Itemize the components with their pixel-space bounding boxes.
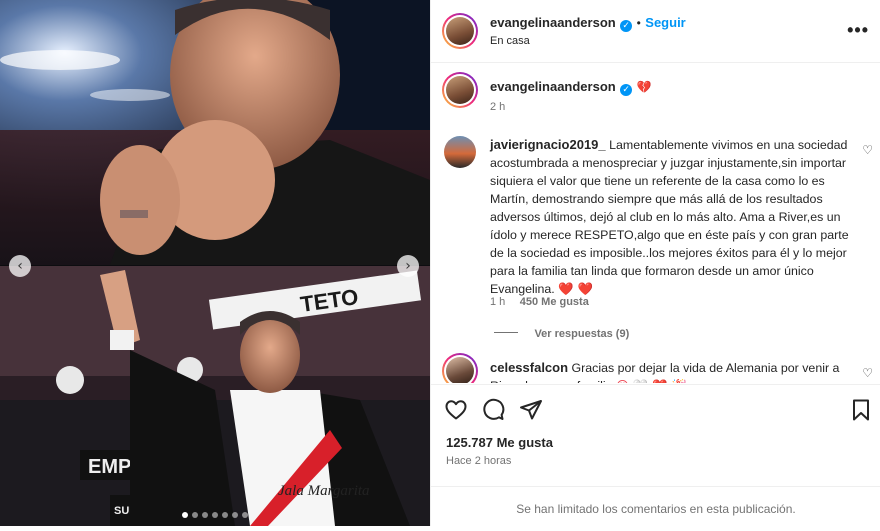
chevron-left-icon: ‹ (17, 258, 23, 274)
save-button[interactable] (850, 398, 872, 422)
carousel-dot (182, 512, 188, 518)
comment-icon (483, 398, 505, 420)
more-icon: ••• (847, 20, 869, 40)
carousel-dot (232, 512, 238, 518)
caption-time: 2 h (490, 101, 506, 113)
verified-icon: ✓ (620, 20, 633, 32)
heart-icon (445, 400, 467, 420)
like-comment-button[interactable]: ♡ (862, 143, 873, 157)
commenter-username[interactable]: javierignacio2019_ (490, 137, 606, 152)
follow-button[interactable]: Seguir (645, 15, 685, 30)
commenter-avatar[interactable] (442, 353, 478, 383)
commenter-avatar[interactable] (444, 136, 476, 168)
caption-username[interactable]: evangelinaanderson (490, 79, 616, 94)
comment-time: 1 h (490, 296, 506, 308)
commenter-username[interactable]: celessfalcon (490, 360, 568, 375)
post-time: Hace 2 horas (446, 455, 512, 467)
verified-icon: ✓ (620, 84, 633, 96)
more-options-button[interactable]: ••• (847, 20, 869, 41)
caption-text: 💔 (636, 80, 652, 94)
caption-avatar[interactable] (442, 72, 478, 108)
comment-item: celessfalcon Gracias por dejar la vida d… (490, 359, 858, 383)
author-avatar[interactable] (442, 13, 478, 49)
post-media[interactable]: TETO EMPRE SUPER MA Jala Margarita ‹ › (0, 0, 430, 526)
comment-emoji: 😍 🤍 ❤️ 🎉 (616, 378, 687, 383)
post-location[interactable]: En casa (490, 35, 530, 47)
comment-item: javierignacio2019_ Lamentablemente vivim… (490, 136, 858, 298)
view-replies-label: Ver respuestas (9) (534, 328, 630, 340)
send-icon (520, 400, 542, 420)
post-photo: TETO EMPRE SUPER MA Jala Margarita (0, 0, 430, 526)
view-replies-button[interactable]: Ver respuestas (9) (494, 324, 629, 342)
carousel-dot (192, 512, 198, 518)
like-button[interactable] (444, 398, 468, 422)
separator-dot: • (636, 16, 641, 30)
comments-list[interactable]: evangelinaanderson ✓ 💔 2 h javierignacio… (431, 63, 880, 383)
chevron-right-icon: › (405, 258, 411, 274)
comment-likes[interactable]: 450 Me gusta (520, 296, 589, 308)
bookmark-icon (853, 399, 869, 421)
comment-button[interactable] (481, 398, 505, 422)
heart-icon: ♡ (862, 366, 873, 380)
heart-icon: ♡ (862, 143, 873, 157)
comment-text: Lamentablemente vivimos en una sociedad … (490, 138, 849, 296)
author-username[interactable]: evangelinaanderson (490, 15, 616, 30)
post-panel: evangelinaanderson ✓ • Seguir En casa ••… (430, 0, 880, 526)
carousel-dot (242, 512, 248, 518)
prev-image-button[interactable]: ‹ (9, 255, 31, 277)
likes-count[interactable]: 125.787 Me gusta (446, 435, 553, 450)
like-comment-button[interactable]: ♡ (862, 366, 873, 380)
next-image-button[interactable]: › (397, 255, 419, 277)
carousel-dots (182, 512, 248, 518)
jersey-sponsor: Jala Margarita (278, 483, 370, 499)
carousel-dot (202, 512, 208, 518)
post-header: evangelinaanderson ✓ • Seguir En casa ••… (431, 0, 880, 63)
comments-limited-notice: Se han limitado los comentarios en esta … (431, 486, 880, 527)
carousel-dot (222, 512, 228, 518)
carousel-dot (212, 512, 218, 518)
share-button[interactable] (519, 398, 543, 422)
replies-line (494, 332, 518, 334)
